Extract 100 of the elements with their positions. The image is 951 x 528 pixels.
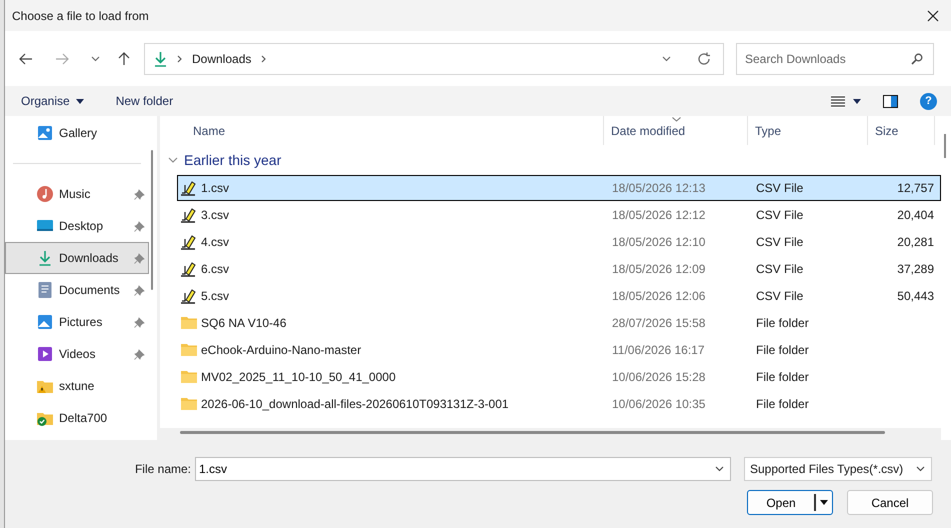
search-field[interactable]: Search Downloads [736,42,934,74]
file-name: 4.csv [201,235,230,249]
file-row[interactable]: 5.csv 18/05/2026 12:06 CSV File 50,443 [177,283,941,309]
date-cell-text: 28/07/2026 15:58 [611,316,706,330]
file-name: eChook-Arduino-Nano-master [201,343,362,357]
file-row[interactable]: 3.csv 18/05/2026 12:12 CSV File 20,404 [177,202,941,228]
type-cell-text: File folder [755,343,810,357]
date-cell-text: 18/05/2026 12:13 [611,181,706,195]
caret-down-icon[interactable] [853,98,861,104]
csv-file-icon [181,234,197,250]
type-cell-text: CSV File [755,181,804,195]
file-name-label: File name: [134,462,192,476]
column-header[interactable]: Date modified [604,116,748,145]
sidebar-item[interactable]: Downloads [5,242,149,274]
chevron-down-icon [916,466,925,472]
column-header[interactable]: Size [868,116,935,145]
refresh-icon[interactable] [697,52,711,66]
csv-file-icon [181,261,197,277]
back-arrow-icon[interactable] [19,52,33,64]
preview-pane-icon[interactable] [883,94,898,108]
file-type-dropdown[interactable]: Supported Files Types(*.csv) [744,457,932,481]
sidebar-item[interactable]: Documents [5,274,149,306]
type-cell-text: CSV File [755,235,804,249]
scrollbar-thumb[interactable] [180,431,885,434]
new-folder-button[interactable]: New folder [108,92,182,110]
file-row[interactable]: 2026-06-10_download-all-files-20260610T093131Z-3-001 10/06/2026 10:35 File folder [177,391,941,417]
caret-down-icon[interactable] [820,500,828,505]
window-title: Choose a file to load from [12,8,150,22]
size-cell: 20,404 [897,208,934,222]
csv-file-icon [181,288,197,304]
desktop-icon [37,219,53,233]
breadcrumb-item[interactable]: Downloads [192,52,252,66]
video-icon [37,346,53,362]
date-cell-text: 10/06/2026 15:28 [611,370,706,384]
file-name: SQ6 NA V10-46 [201,316,286,330]
type-cell-text: CSV File [755,208,804,222]
date-cell-text: 18/05/2026 12:12 [611,208,706,222]
file-name: 5.csv [201,289,230,303]
chevron-down-icon[interactable] [715,466,724,472]
chevron-right-icon [177,54,182,62]
file-name: 1.csv [201,181,230,195]
file-row[interactable]: eChook-Arduino-Nano-master 11/06/2026 16:17 File folder [177,337,941,363]
csv-file-icon [181,180,197,196]
date-cell-text: 18/05/2026 12:09 [611,262,706,276]
sidebar-item[interactable]: Pictures [5,306,149,338]
chevron-right-icon[interactable] [261,54,266,62]
download-arrow-icon [154,50,167,66]
file-row[interactable]: 6.csv 18/05/2026 12:09 CSV File 37,289 [177,256,941,282]
date-cell-text: 18/05/2026 12:06 [611,289,706,303]
document-icon [37,282,53,298]
type-cell-text: File folder [755,397,810,411]
file-name: 6.csv [201,262,230,276]
size-cell: 37,289 [897,262,934,276]
date-cell-text: 18/05/2026 12:10 [611,235,706,249]
file-row[interactable]: MV02_2025_11_10-10_50_41_0000 10/06/2026 15:28 File folder [177,364,941,390]
chevron-down-icon[interactable] [91,56,100,62]
size-cell: 50,443 [897,289,934,303]
chevron-down-icon[interactable] [662,56,671,62]
address-bar[interactable]: Downloads [144,42,724,74]
file-name: 3.csv [201,208,230,222]
file-row[interactable]: SQ6 NA V10-46 28/07/2026 15:58 File folder [177,310,941,336]
file-row[interactable]: 1.csv 18/05/2026 12:13 CSV File 12,757 [177,175,941,201]
close-icon[interactable] [927,10,939,22]
column-header[interactable]: Type [748,116,868,145]
music-note-icon [37,186,53,202]
scrollbar-thumb[interactable] [944,134,946,158]
type-cell-text: CSV File [755,289,804,303]
group-header[interactable]: Earlier this year [160,145,941,174]
file-name-field[interactable]: 1.csv [195,457,731,481]
sidebar-item[interactable]: Delta700 [5,402,149,434]
folder-icon [181,397,197,411]
type-cell-text: CSV File [755,262,804,276]
sidebar-item[interactable]: Gallery [5,117,149,149]
download-arrow-icon [37,250,53,266]
folder-icon [181,316,197,330]
organise-menu-button[interactable]: Organise [13,92,92,110]
help-icon[interactable]: ? [920,92,937,110]
column-header[interactable]: Name [160,116,604,145]
file-name: MV02_2025_11_10-10_50_41_0000 [201,370,396,384]
scrollbar-thumb[interactable] [151,150,153,290]
sidebar-item[interactable]: Music [5,178,149,210]
file-row[interactable]: 4.csv 18/05/2026 12:10 CSV File 20,281 [177,229,941,255]
type-cell-text: File folder [755,370,810,384]
folder-warning-icon [37,378,53,394]
sidebar-item[interactable]: Videos [5,338,149,370]
size-cell: 20,281 [897,235,934,249]
csv-file-icon [181,207,197,223]
up-arrow-icon[interactable] [118,52,130,66]
view-list-icon[interactable] [831,96,845,106]
folder-icon [181,343,197,357]
date-cell-text: 10/06/2026 10:35 [611,397,706,411]
file-name: 2026-06-10_download-all-files-20260610T093131Z-3-001 [201,397,509,411]
sidebar-item[interactable]: Desktop [5,210,149,242]
date-cell-text: 11/06/2026 16:17 [611,343,706,357]
caret-down-icon [76,98,84,104]
size-cell: 12,757 [897,181,934,195]
type-cell-text: File folder [755,316,810,330]
search-icon[interactable] [911,52,923,64]
sidebar-item[interactable]: sxtune [5,370,149,402]
cancel-button[interactable]: Cancel [847,490,933,515]
